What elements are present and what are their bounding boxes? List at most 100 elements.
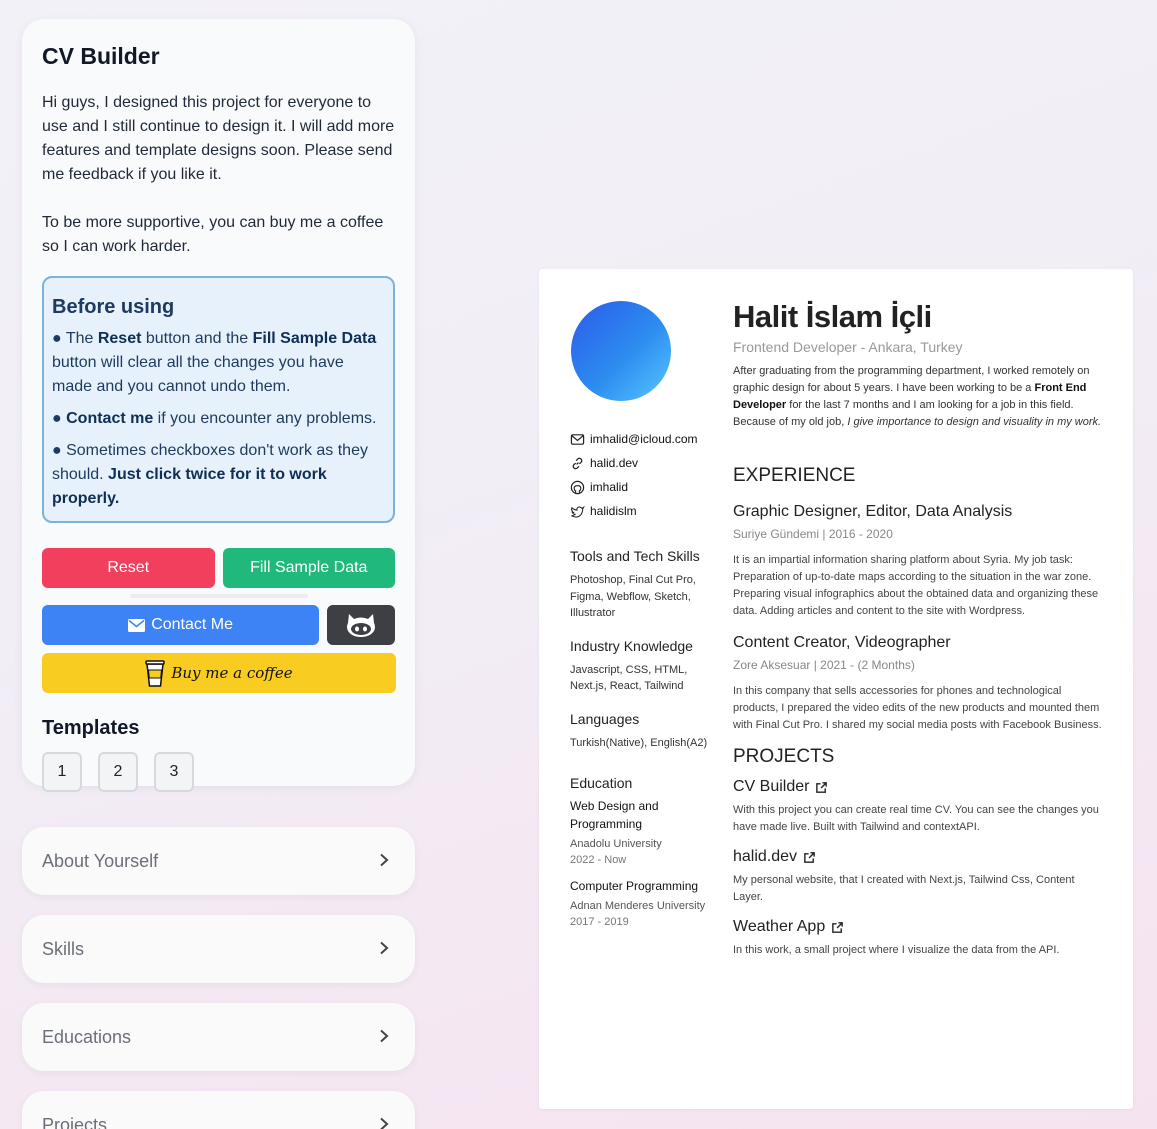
github-button[interactable] [327, 605, 395, 645]
education-date: 2017 - 2019 [570, 916, 629, 928]
skill-text: Photoshop, Final Cut Pro, Figma, Webflow… [570, 574, 696, 619]
envelope-icon [128, 618, 146, 632]
reset-button[interactable]: Reset [42, 548, 215, 588]
notice-item-reset: ● The Reset button and the Fill Sample D… [52, 330, 377, 395]
project-description: With this project you can create real ti… [733, 804, 1099, 833]
link-icon [572, 457, 583, 469]
notice-item-checkbox: ● Sometimes checkboxes don't work as the… [52, 442, 368, 507]
skill-title: Languages [570, 710, 640, 727]
skill-section: Languages Turkish(Native), English(A2) [570, 711, 720, 752]
project-title[interactable]: CV Builder [733, 778, 1105, 796]
contact-buttons: Contact Me [42, 605, 395, 645]
contact-email-text: imhalid@icloud.com [590, 432, 698, 446]
notice-text: button and the [141, 330, 253, 347]
github-icon [570, 480, 585, 494]
skill-text: Javascript, CSS, HTML, Next.js, React, T… [570, 663, 688, 693]
accordion-label: About Yourself [42, 850, 159, 871]
skill-title: Industry Knowledge [570, 637, 693, 654]
education-university: Adnan Menderes University [570, 900, 706, 912]
job-description: It is an impartial information sharing p… [733, 554, 1099, 617]
intro-text: Hi guys, I designed this project for eve… [42, 91, 395, 259]
github-octocat-icon [347, 614, 376, 637]
avatar [571, 301, 671, 401]
app-title: CV Builder [42, 43, 160, 69]
cv-role: Frontend Developer - Ankara, Turkey [733, 339, 963, 355]
template-selector: 1 2 3 [42, 752, 395, 792]
notice-text: The [65, 330, 98, 347]
intro-paragraph-2: To be more supportive, you can buy me a … [42, 214, 384, 255]
project-title-text: halid.dev [733, 848, 798, 865]
project-description: In this work, a small project where I vi… [733, 944, 1060, 956]
twitter-icon [571, 505, 585, 518]
contact-github-text: imhalid [590, 480, 629, 494]
contact-twitter[interactable]: halidislm [570, 499, 720, 523]
accordion-label: Educations [42, 1026, 132, 1047]
project-title[interactable]: halid.dev [733, 848, 1105, 866]
contact-me-button[interactable]: Contact Me [42, 605, 320, 645]
contact-me-label: Contact Me [151, 616, 233, 633]
chevron-right-icon [379, 938, 389, 961]
sidebar-card: CV Builder Hi guys, I designed this proj… [22, 19, 415, 792]
accordion-skills[interactable]: Skills [22, 915, 415, 983]
contact-github[interactable]: imhalid [570, 475, 720, 499]
external-link-icon [804, 851, 815, 863]
education-date: 2022 - Now [570, 854, 627, 866]
project-title-text: Weather App [733, 918, 826, 935]
education-school: Computer Programming [570, 879, 699, 893]
job-title: Graphic Designer, Editor, Data Analysis [733, 503, 1013, 520]
education-university: Anadolu University [570, 838, 662, 850]
chevron-right-icon [379, 1114, 389, 1129]
skill-text: Turkish(Native), English(A2) [570, 736, 708, 749]
job-meta: Suriye Gündemi | 2016 - 2020 [733, 527, 893, 541]
intro-paragraph-1: Hi guys, I designed this project for eve… [42, 94, 395, 183]
accordion-label: Projects [42, 1114, 108, 1129]
accordion-educations[interactable]: Educations [22, 1003, 415, 1071]
notice-item-contact: ● Contact me if you encounter any proble… [52, 410, 377, 427]
contact-twitter-text: halidislm [590, 504, 637, 518]
skill-section: Tools and Tech Skills Photoshop, Final C… [570, 548, 720, 622]
education-school: Web Design and Programming [570, 799, 659, 831]
contact-email[interactable]: imhalid@icloud.com [570, 427, 720, 451]
experience-heading: EXPERIENCE [733, 465, 856, 486]
projects-heading: PROJECTS [733, 746, 835, 767]
accordion-about-yourself[interactable]: About Yourself [22, 827, 415, 895]
cv-preview: imhalid@icloud.com halid.dev imhalid hal… [539, 269, 1133, 1109]
project-title[interactable]: Weather App [733, 918, 1105, 936]
external-link-icon [832, 921, 844, 933]
template-3-button[interactable]: 3 [154, 752, 194, 792]
cv-name: Halit İslam İçli [733, 299, 932, 334]
envelope-icon [570, 433, 585, 445]
fill-sample-data-button[interactable]: Fill Sample Data [222, 548, 395, 588]
before-using-box: Before using ● The Reset button and the … [42, 276, 395, 523]
external-link-icon [816, 781, 828, 793]
templates-title: Templates [42, 717, 140, 739]
before-using-title: Before using [52, 296, 175, 318]
education-section: Education Web Design and Programming Ana… [570, 775, 720, 931]
skill-title: Tools and Tech Skills [570, 548, 700, 564]
chevron-right-icon [379, 1026, 389, 1049]
accordion-projects[interactable]: Projects [22, 1091, 415, 1129]
notice-bold: Fill Sample Data [252, 330, 377, 347]
contact-website[interactable]: halid.dev [570, 451, 720, 475]
cv-about: After graduating from the programming de… [733, 363, 1105, 431]
template-1-button[interactable]: 1 [42, 752, 82, 792]
education-title: Education [570, 775, 633, 791]
buy-me-a-coffee-label: Buy me a coffee [171, 664, 293, 682]
notice-bold: Contact me [66, 410, 154, 427]
divider [129, 594, 308, 598]
buy-me-a-coffee-button[interactable]: Buy me a coffee [42, 653, 396, 693]
job-description: In this company that sells accessories f… [733, 685, 1102, 731]
contact-website-text: halid.dev [590, 456, 639, 470]
cv-right-column: Halit İslam İçli Frontend Developer - An… [733, 299, 1105, 959]
job-title: Content Creator, Videographer [733, 634, 951, 651]
action-buttons: Reset Fill Sample Data [42, 548, 395, 588]
chevron-right-icon [379, 850, 389, 873]
skill-section: Industry Knowledge Javascript, CSS, HTML… [570, 638, 720, 695]
cv-left-column: imhalid@icloud.com halid.dev imhalid hal… [570, 427, 720, 931]
project-description: My personal website, that I created with… [733, 874, 1075, 903]
about-italic: I give importance to design and visualit… [847, 416, 1102, 428]
template-2-button[interactable]: 2 [98, 752, 138, 792]
notice-bold: Reset [97, 330, 142, 347]
accordion-label: Skills [42, 938, 85, 959]
project-title-text: CV Builder [733, 778, 810, 795]
